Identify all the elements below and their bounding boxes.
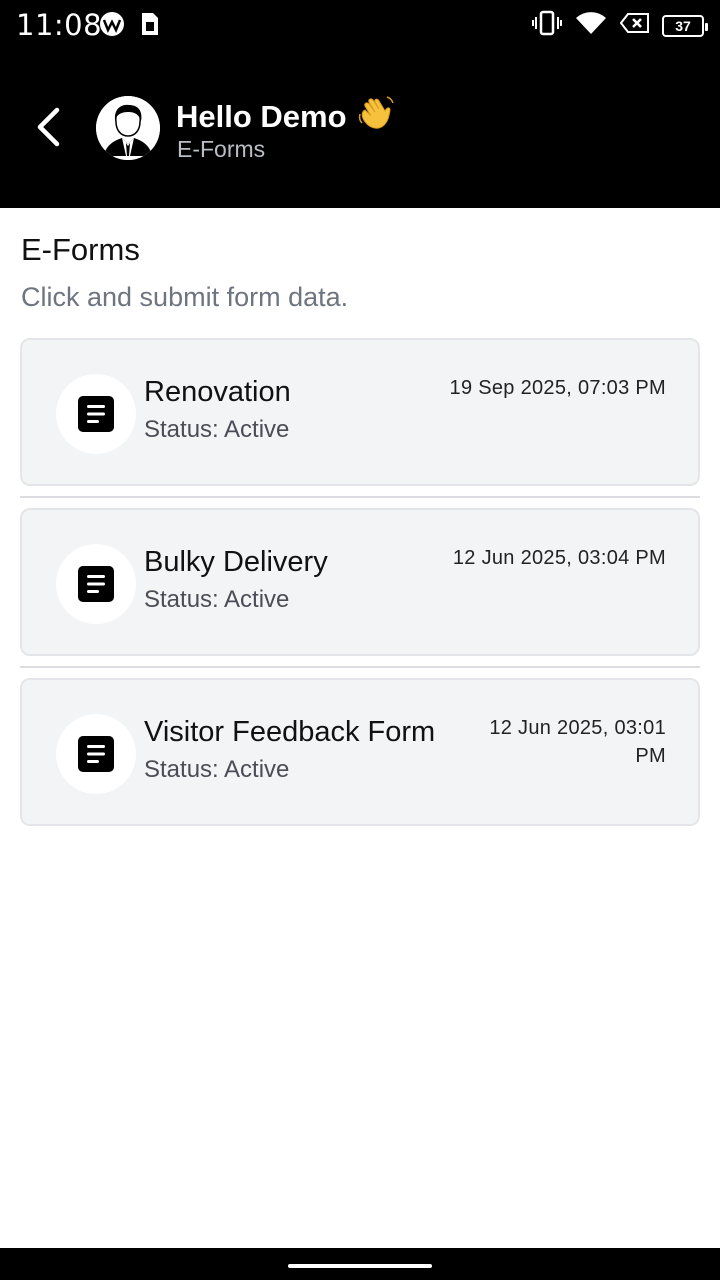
app-header: 11:08 37 Hello Demo E-Forms [0, 0, 720, 208]
status-left-icons [98, 10, 160, 43]
vibrate-icon [532, 10, 562, 41]
battery-icon: 37 [662, 14, 708, 37]
status-right-icons: 37 [532, 10, 708, 41]
divider [20, 496, 700, 498]
wifi-icon [574, 10, 608, 41]
form-icon-wrapper [56, 374, 136, 454]
form-title: Visitor Feedback Form [144, 716, 436, 748]
home-indicator[interactable] [288, 1264, 432, 1268]
form-date: 12 Jun 2025, 03:04 PM [452, 547, 666, 569]
battery-level: 37 [675, 17, 691, 34]
greeting-text: Hello Demo [176, 99, 347, 134]
header-subtitle: E-Forms [177, 136, 266, 162]
user-avatar-icon [96, 96, 160, 160]
greeting: Hello Demo [176, 94, 395, 140]
form-date: 12 Jun 2025, 03:01 PM [489, 717, 666, 767]
divider [20, 666, 700, 668]
document-icon [78, 736, 114, 772]
form-date: 19 Sep 2025, 07:03 PM [449, 377, 666, 399]
document-icon [78, 566, 114, 602]
app-notification-icon [98, 10, 126, 43]
form-icon-wrapper [56, 714, 136, 794]
page-title: E-Forms [21, 232, 140, 267]
form-card-visitor-feedback[interactable]: Visitor Feedback Form Status: Active 12 … [20, 678, 700, 826]
form-status: Status: Active [144, 416, 290, 443]
form-title: Renovation [144, 376, 291, 408]
form-status: Status: Active [144, 756, 290, 783]
form-card-bulky-delivery[interactable]: Bulky Delivery Status: Active 12 Jun 202… [20, 508, 700, 656]
wave-emoji [357, 94, 395, 140]
sim-card-icon [140, 11, 160, 42]
no-sim-icon [619, 12, 650, 39]
page-description: Click and submit form data. [21, 282, 349, 312]
system-nav-bar [0, 1248, 720, 1280]
document-icon [78, 396, 114, 432]
avatar[interactable] [96, 96, 160, 160]
form-icon-wrapper [56, 544, 136, 624]
status-time: 11:08 [16, 8, 103, 42]
chevron-left-icon [37, 107, 60, 147]
form-card-renovation[interactable]: Renovation Status: Active 19 Sep 2025, 0… [20, 338, 700, 486]
form-title: Bulky Delivery [144, 546, 328, 578]
back-button[interactable] [28, 104, 68, 150]
form-status: Status: Active [144, 586, 290, 613]
